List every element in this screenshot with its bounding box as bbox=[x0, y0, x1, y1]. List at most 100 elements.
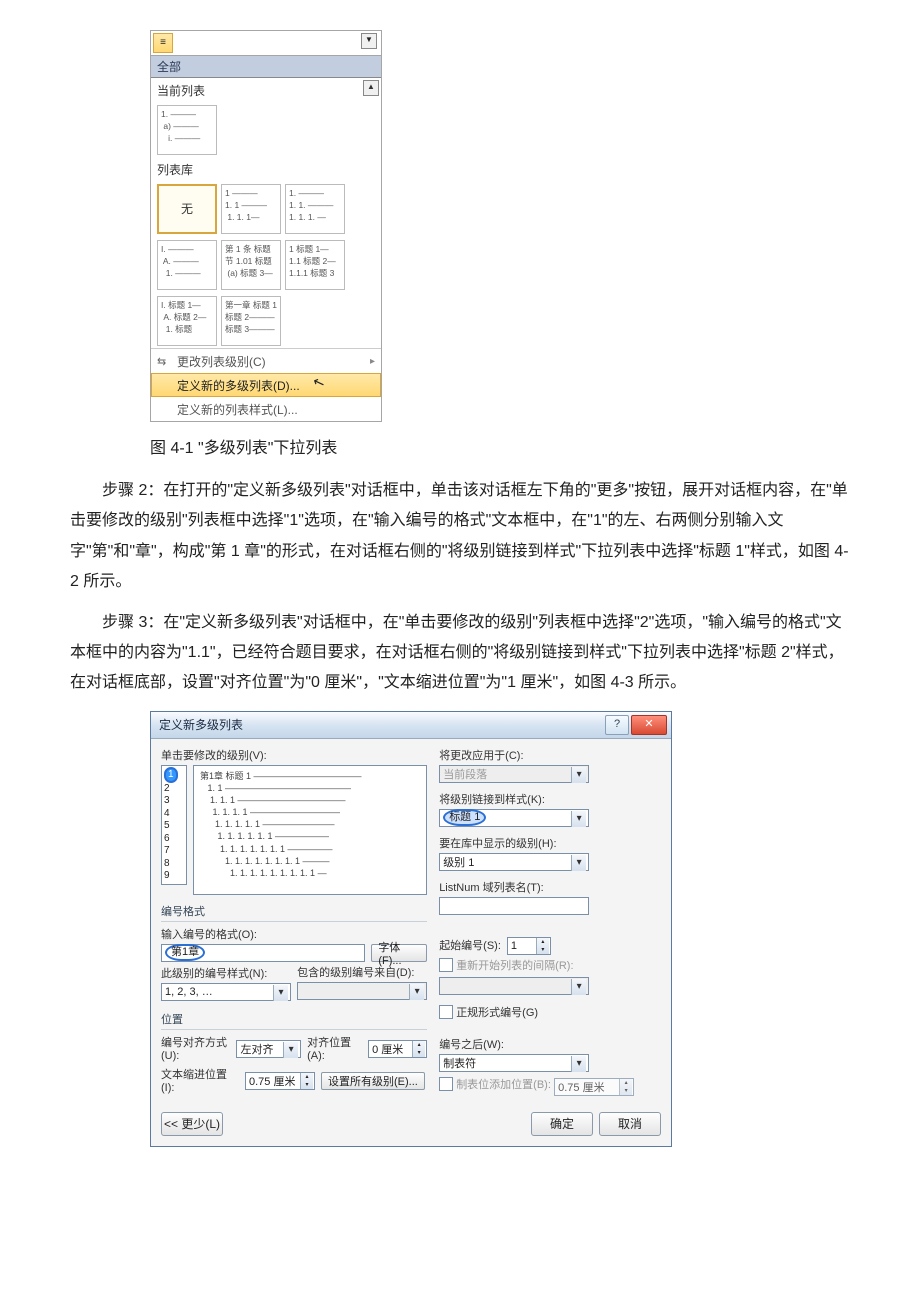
menu-item-label: 更改列表级别(C) bbox=[177, 353, 266, 370]
spinner-value: 1 bbox=[511, 940, 517, 952]
gallery-section-label: 当前列表 bbox=[157, 84, 205, 98]
list-tile[interactable]: 1. ——— 1. 1. ——— 1. 1. 1. — bbox=[285, 184, 345, 234]
paragraph-step-2: 步骤 2：在打开的"定义新多级列表"对话框中，单击该对话框左下角的"更多"按钮，… bbox=[70, 476, 850, 598]
cancel-button[interactable]: 取消 bbox=[599, 1112, 661, 1136]
multilevel-list-gallery: ≡ 全部 当前列表 ▲ 1. ——— a) ——— i. ——— 列表库 无 1… bbox=[150, 30, 382, 422]
num-align-combo[interactable]: 左对齐 bbox=[236, 1040, 301, 1058]
level-item[interactable]: 7 bbox=[164, 845, 170, 856]
gallery-section-library: 列表库 bbox=[151, 157, 381, 180]
indent-icon: ⇆ bbox=[157, 355, 171, 368]
menu-item-label: 定义新的多级列表(D)... bbox=[177, 377, 300, 394]
checkbox-box-icon bbox=[439, 1005, 453, 1019]
level-item[interactable]: 3 bbox=[164, 795, 170, 806]
apply-to-combo[interactable]: 当前段落 bbox=[439, 765, 589, 783]
start-at-spinner[interactable]: 1 bbox=[507, 937, 551, 955]
level-item-selected[interactable]: 1 bbox=[164, 767, 178, 783]
gallery-row: 1. ——— a) ——— i. ——— bbox=[151, 101, 381, 157]
gallery-scroll-up-icon[interactable]: ▲ bbox=[363, 80, 379, 96]
tab-add-spinner[interactable]: 0.75 厘米 bbox=[554, 1078, 634, 1096]
levels-listbox[interactable]: 1 2 3 4 5 6 7 8 9 bbox=[161, 765, 187, 885]
list-tile[interactable]: 1 标题 1— 1.1 标题 2— 1.1.1 标题 3 bbox=[285, 240, 345, 290]
gallery-scroll-down-icon[interactable]: ▼ bbox=[361, 33, 377, 49]
group-position: 位置 bbox=[161, 1011, 427, 1030]
restart-at-combo[interactable] bbox=[439, 977, 589, 995]
combo-value: 左对齐 bbox=[240, 1041, 273, 1057]
listnum-input[interactable] bbox=[439, 897, 589, 915]
label-show-in-lib: 要在库中显示的级别(H): bbox=[439, 835, 661, 851]
submenu-arrow-icon: ▸ bbox=[370, 356, 375, 367]
combo-value: 1, 2, 3, … bbox=[165, 986, 213, 998]
figure-caption-4-1: 图 4-1 "多级列表"下拉列表 bbox=[150, 434, 850, 458]
align-at-spinner[interactable]: 0 厘米 bbox=[368, 1040, 427, 1058]
level-item[interactable]: 6 bbox=[164, 833, 170, 844]
level-item[interactable]: 5 bbox=[164, 820, 170, 831]
label-include-from: 包含的级别编号来自(D): bbox=[297, 964, 427, 980]
dialog-footer: << 更少(L) 确定 取消 bbox=[151, 1106, 671, 1146]
label-link-style: 将级别链接到样式(K): bbox=[439, 791, 661, 807]
list-tile[interactable]: I. 标题 1— A. 标题 2— 1. 标题 bbox=[157, 296, 217, 346]
less-button[interactable]: << 更少(L) bbox=[161, 1112, 223, 1136]
level-item[interactable]: 2 bbox=[164, 783, 170, 794]
group-number-format: 编号格式 bbox=[161, 903, 427, 922]
restart-checkbox[interactable]: 重新开始列表的间隔(R): bbox=[439, 957, 573, 973]
define-new-list-style-item[interactable]: 定义新的列表样式(L)... bbox=[151, 397, 381, 421]
label-start-at: 起始编号(S): bbox=[439, 937, 501, 953]
list-tile[interactable]: I. ——— A. ——— 1. ——— bbox=[157, 240, 217, 290]
combo-value: 制表符 bbox=[443, 1055, 476, 1071]
define-multilevel-list-dialog: 定义新多级列表 ? ✕ 单击要修改的级别(V): 1 2 3 4 5 6 7 8… bbox=[150, 711, 672, 1147]
spinner-value: 0.75 厘米 bbox=[558, 1079, 604, 1095]
gallery-header-all: 全部 bbox=[151, 56, 381, 78]
level-item[interactable]: 8 bbox=[164, 858, 170, 869]
list-preview-box: 第1章 标题 1 ———————————— 1. 1 —————————————… bbox=[193, 765, 427, 895]
help-button[interactable]: ? bbox=[605, 715, 629, 735]
label-follow: 编号之后(W): bbox=[439, 1036, 661, 1052]
list-tile[interactable]: 1 ——— 1. 1 ——— 1. 1. 1— bbox=[221, 184, 281, 234]
list-tile[interactable]: 第 1 条 标题 节 1.01 标题 (a) 标题 3— bbox=[221, 240, 281, 290]
enter-format-input[interactable]: 第1章 bbox=[161, 944, 365, 962]
checkbox-label: 制表位添加位置(B): bbox=[456, 1076, 551, 1092]
close-button[interactable]: ✕ bbox=[631, 715, 667, 735]
multilevel-list-ribbon-icon[interactable]: ≡ bbox=[153, 33, 173, 53]
gallery-footer: ⇆ 更改列表级别(C) ▸ 定义新的多级列表(D)... 定义新的列表样式(L)… bbox=[151, 348, 381, 421]
include-from-combo[interactable] bbox=[297, 982, 427, 1000]
menu-item-label: 定义新的列表样式(L)... bbox=[177, 401, 298, 418]
indent-at-spinner[interactable]: 0.75 厘米 bbox=[245, 1072, 315, 1090]
define-new-multilevel-item[interactable]: 定义新的多级列表(D)... bbox=[151, 373, 381, 397]
link-style-combo[interactable]: 标题 1 bbox=[439, 809, 589, 827]
level-item[interactable]: 4 bbox=[164, 808, 170, 819]
change-list-level-item[interactable]: ⇆ 更改列表级别(C) ▸ bbox=[151, 349, 381, 373]
dialog-title: 定义新多级列表 bbox=[159, 716, 243, 733]
ok-button[interactable]: 确定 bbox=[531, 1112, 593, 1136]
combo-value: 级别 1 bbox=[443, 854, 474, 870]
spinner-value: 0 厘米 bbox=[372, 1041, 403, 1057]
dialog-body: 单击要修改的级别(V): 1 2 3 4 5 6 7 8 9 第1章 标题 1 … bbox=[151, 739, 671, 1106]
follow-combo[interactable]: 制表符 bbox=[439, 1054, 589, 1072]
font-button[interactable]: 字体(F)... bbox=[371, 944, 427, 962]
level-item[interactable]: 9 bbox=[164, 870, 170, 881]
set-all-levels-button[interactable]: 设置所有级别(E)... bbox=[321, 1072, 425, 1090]
label-num-style: 此级别的编号样式(N): bbox=[161, 965, 291, 981]
gallery-row: I. ——— A. ——— 1. ——— 第 1 条 标题 节 1.01 标题 … bbox=[151, 236, 381, 292]
show-in-lib-combo[interactable]: 级别 1 bbox=[439, 853, 589, 871]
checkbox-box-icon bbox=[439, 1077, 453, 1091]
checkbox-label: 重新开始列表的间隔(R): bbox=[456, 957, 573, 973]
combo-value: 标题 1 bbox=[443, 809, 486, 826]
tab-add-checkbox[interactable]: 制表位添加位置(B): bbox=[439, 1076, 551, 1092]
gallery-section-current: 当前列表 ▲ bbox=[151, 78, 381, 101]
gallery-section-label: 列表库 bbox=[157, 163, 193, 177]
checkbox-label: 正规形式编号(G) bbox=[456, 1004, 538, 1020]
combo-value: 当前段落 bbox=[443, 766, 487, 782]
label-indent-at: 文本缩进位置(I): bbox=[161, 1066, 239, 1094]
num-style-combo[interactable]: 1, 2, 3, … bbox=[161, 983, 291, 1001]
legal-checkbox[interactable]: 正规形式编号(G) bbox=[439, 1004, 538, 1020]
checkbox-box-icon bbox=[439, 958, 453, 972]
gallery-row: I. 标题 1— A. 标题 2— 1. 标题 第一章 标题 1 标题 2———… bbox=[151, 292, 381, 348]
label-listnum: ListNum 域列表名(T): bbox=[439, 879, 661, 895]
list-tile-none[interactable]: 无 bbox=[157, 184, 217, 234]
list-tile[interactable]: 第一章 标题 1 标题 2——— 标题 3——— bbox=[221, 296, 281, 346]
list-tile-current[interactable]: 1. ——— a) ——— i. ——— bbox=[157, 105, 217, 155]
gallery-anchor-icon: ≡ bbox=[151, 31, 381, 56]
gallery-header-label: 全部 bbox=[157, 60, 181, 74]
label-num-align: 编号对齐方式(U): bbox=[161, 1034, 230, 1062]
enter-format-value: 第1章 bbox=[165, 944, 205, 961]
